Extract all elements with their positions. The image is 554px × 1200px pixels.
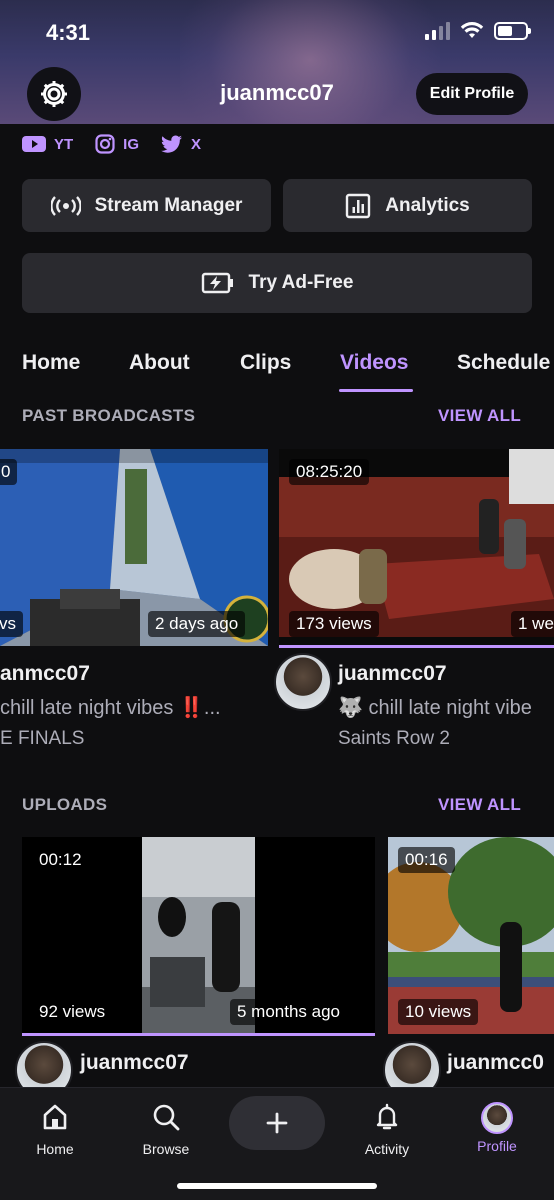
past-broadcasts-view-all[interactable]: VIEW ALL: [438, 406, 521, 426]
bell-icon: [376, 1103, 398, 1130]
nav-home[interactable]: Home: [10, 1102, 100, 1157]
upload-channel-1[interactable]: juanmcc07: [80, 1051, 189, 1075]
upload-duration-2: 00:16: [398, 847, 455, 873]
search-icon: [153, 1104, 180, 1131]
status-icons: [425, 22, 531, 40]
broadcast-thumbnail-1[interactable]: 0 vs 2 days ago: [0, 449, 268, 646]
social-link-instagram[interactable]: IG: [95, 134, 139, 154]
nav-browse-label: Browse: [142, 1141, 190, 1157]
nav-activity-label: Activity: [364, 1141, 410, 1157]
upload-duration-1: 00:12: [32, 847, 89, 873]
social-label-twitter: X: [191, 135, 202, 153]
stream-manager-label: Stream Manager: [94, 194, 243, 216]
upload-thumbnail-1[interactable]: 00:12 92 views 5 months ago: [22, 837, 375, 1034]
plus-icon: [266, 1112, 288, 1134]
try-ad-free-button[interactable]: Try Ad-Free: [22, 253, 532, 313]
upload-views-1: 92 views: [32, 999, 113, 1025]
create-button[interactable]: [229, 1096, 325, 1150]
broadcast-progress-2: [279, 645, 554, 648]
nav-profile-label: Profile: [477, 1138, 517, 1154]
stream-manager-button[interactable]: Stream Manager: [22, 179, 271, 232]
tab-clips[interactable]: Clips: [240, 351, 291, 375]
battery-icon: [494, 22, 531, 40]
twitter-icon: [161, 135, 183, 153]
broadcast-game-1[interactable]: E FINALS: [0, 728, 84, 750]
try-ad-free-label: Try Ad-Free: [248, 272, 354, 293]
broadcast-duration-2: 08:25:20: [289, 459, 370, 485]
home-icon: [43, 1104, 67, 1130]
upload-channel-2[interactable]: juanmcc0: [447, 1051, 544, 1075]
status-time: 4:31: [46, 20, 91, 45]
social-label-youtube: YT: [54, 135, 74, 153]
broadcast-game-2[interactable]: Saints Row 2: [338, 728, 450, 750]
tab-home[interactable]: Home: [22, 351, 80, 375]
broadcast-views-2: 173 views: [289, 611, 379, 637]
profile-header: 4:31 juanmcc07 Edit Profile: [0, 0, 554, 124]
social-link-youtube[interactable]: YT: [22, 134, 73, 154]
uploads-view-all[interactable]: VIEW ALL: [438, 795, 521, 815]
tab-schedule[interactable]: Schedule: [457, 351, 550, 375]
broadcast-views-1: vs: [0, 611, 23, 637]
broadcast-duration-1: 0: [0, 459, 18, 485]
edit-profile-button[interactable]: Edit Profile: [416, 73, 528, 115]
tab-about[interactable]: About: [129, 351, 190, 375]
broadcast-icon: [50, 195, 81, 216]
upload-progress-1: [22, 1033, 375, 1036]
analytics-label: Analytics: [385, 194, 470, 216]
nav-browse[interactable]: Browse: [121, 1102, 211, 1157]
nav-activity[interactable]: Activity: [342, 1102, 432, 1157]
youtube-icon: [22, 136, 46, 152]
broadcast-channel-2[interactable]: juanmcc07: [338, 662, 447, 686]
tab-videos[interactable]: Videos: [340, 351, 408, 375]
nav-profile[interactable]: Profile: [452, 1102, 542, 1154]
active-tab-indicator: [339, 389, 413, 392]
broadcast-age-1: 2 days ago: [148, 611, 246, 637]
battery-bolt-icon: [201, 272, 233, 294]
analytics-icon: [346, 193, 371, 218]
past-broadcasts-title: PAST BROADCASTS: [22, 406, 196, 425]
social-label-instagram: IG: [123, 135, 140, 153]
uploads-title: UPLOADS: [22, 795, 108, 814]
cellular-signal-icon: [425, 22, 450, 40]
broadcast-thumbnail-2[interactable]: 08:25:20 173 views 1 we: [279, 449, 554, 646]
upload-age-1: 5 months ago: [230, 999, 348, 1025]
broadcast-age-2: 1 we: [511, 611, 554, 637]
analytics-button[interactable]: Analytics: [283, 179, 532, 232]
home-indicator: [177, 1183, 377, 1189]
broadcast-title-1[interactable]: chill late night vibes ‼️...: [0, 695, 221, 720]
avatar[interactable]: [274, 653, 332, 711]
instagram-icon: [95, 134, 115, 154]
wifi-icon: [460, 22, 484, 38]
nav-home-label: Home: [36, 1141, 74, 1157]
profile-screen: 4:31 juanmcc07 Edit Profile YT IG X Stre…: [0, 0, 554, 1200]
social-links: YT IG X: [22, 134, 201, 154]
upload-thumbnail-2[interactable]: 00:16 10 views: [388, 837, 554, 1034]
broadcast-title-2[interactable]: 🐺 chill late night vibe: [338, 695, 532, 720]
upload-views-2: 10 views: [398, 999, 479, 1025]
profile-avatar-icon: [481, 1102, 513, 1134]
social-link-twitter[interactable]: X: [161, 134, 201, 154]
broadcast-channel-1[interactable]: anmcc07: [0, 662, 90, 686]
